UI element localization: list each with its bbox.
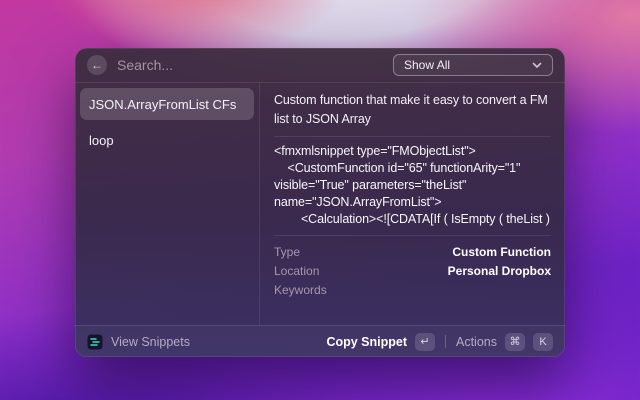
copy-snippet-label: Copy Snippet: [326, 335, 407, 349]
meta-label: Keywords: [274, 283, 327, 297]
k-key-icon: K: [533, 333, 553, 351]
results-list: JSON.ArrayFromList CFs loop: [75, 83, 260, 325]
desktop-wallpaper: ← Show All JSON.ArrayFromList CFs loop: [0, 0, 640, 400]
chevron-down-icon: [532, 62, 542, 69]
divider: [274, 235, 551, 236]
snippet-metadata: Type Custom Function Location Personal D…: [274, 242, 551, 299]
code-line: <fmxmlsnippet type="FMObjectList">: [274, 143, 551, 160]
actions-button[interactable]: Actions ⌘ K: [456, 333, 553, 351]
main-area: JSON.ArrayFromList CFs loop Custom funct…: [75, 83, 565, 325]
divider: [274, 136, 551, 137]
code-line: visible="True" parameters="theList": [274, 177, 551, 194]
list-item-json-arrayfromlist[interactable]: JSON.ArrayFromList CFs: [80, 88, 254, 120]
search-toolbar: ← Show All: [75, 48, 565, 83]
snippets-quick-panel: ← Show All JSON.ArrayFromList CFs loop: [75, 48, 565, 357]
code-line: name="JSON.ArrayFromList">: [274, 194, 551, 211]
search-input[interactable]: [117, 57, 393, 73]
return-key-icon: ↵: [415, 333, 435, 351]
back-arrow-icon: ←: [91, 58, 103, 72]
list-item-loop[interactable]: loop: [80, 124, 254, 156]
copy-snippet-button[interactable]: Copy Snippet ↵: [326, 333, 435, 351]
view-snippets-button[interactable]: View Snippets: [87, 334, 190, 350]
meta-row-keywords: Keywords: [274, 280, 551, 299]
view-snippets-label: View Snippets: [111, 335, 190, 349]
meta-label: Location: [274, 264, 319, 278]
snippet-code-preview: <fmxmlsnippet type="FMObjectList"> <Cust…: [274, 143, 551, 228]
actions-label: Actions: [456, 335, 497, 349]
code-line: <Calculation><![CDATA[If ( IsEmpty ( the…: [274, 211, 551, 228]
filter-dropdown[interactable]: Show All: [393, 54, 553, 76]
footer-bar: View Snippets Copy Snippet ↵ Actions ⌘ K: [75, 325, 565, 357]
meta-label: Type: [274, 245, 300, 259]
snippet-detail-pane: Custom function that make it easy to con…: [260, 83, 565, 325]
list-item-label: JSON.ArrayFromList CFs: [89, 97, 236, 112]
snippets-app-icon: [87, 334, 103, 350]
meta-value: Custom Function: [452, 245, 551, 259]
list-item-label: loop: [89, 133, 114, 148]
filter-selected-label: Show All: [404, 58, 450, 72]
snippet-description: Custom function that make it easy to con…: [274, 91, 551, 129]
meta-row-type: Type Custom Function: [274, 242, 551, 261]
meta-row-location: Location Personal Dropbox: [274, 261, 551, 280]
footer-divider: [445, 335, 446, 348]
meta-value: Personal Dropbox: [448, 264, 551, 278]
code-line: <CustomFunction id="65" functionArity="1…: [274, 160, 551, 177]
back-button[interactable]: ←: [87, 55, 107, 75]
command-key-icon: ⌘: [505, 333, 525, 351]
